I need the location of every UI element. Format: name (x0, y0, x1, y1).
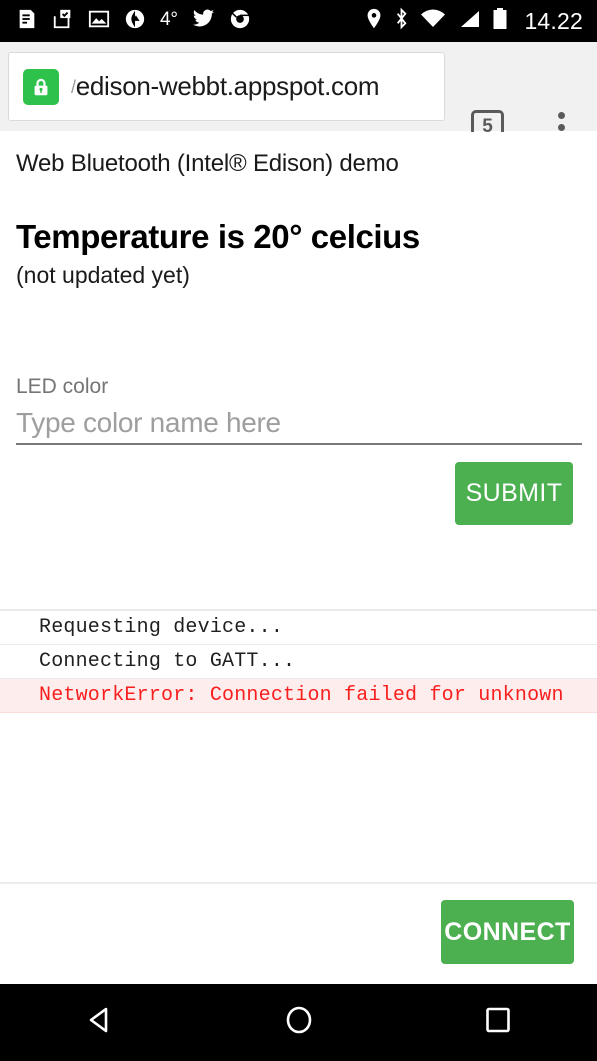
back-button[interactable] (0, 1003, 199, 1042)
weather-app-icon (124, 8, 146, 35)
bluetooth-icon (394, 7, 409, 35)
recents-icon (481, 1003, 515, 1042)
log-row: Requesting device... (0, 611, 597, 645)
led-color-label: LED color (16, 375, 109, 398)
android-nav-bar (0, 984, 597, 1061)
url-text: /edison-webbt.appspot.com (71, 71, 380, 102)
submit-button[interactable]: SUBMIT (455, 462, 573, 525)
inbox-check-icon (52, 8, 74, 35)
phone-screen: 4° 14.22 /edison-webbt.appspot.com 5 Web… (0, 0, 597, 1061)
led-color-input[interactable] (16, 403, 582, 445)
browser-toolbar: /edison-webbt.appspot.com 5 (0, 42, 597, 174)
home-button[interactable] (199, 1003, 398, 1042)
wifi-icon (420, 8, 446, 35)
status-bar-system-icons: 14.22 (365, 7, 583, 36)
log-row: Connecting to GATT... (0, 645, 597, 679)
menu-dot (557, 123, 565, 131)
page-title: Web Bluetooth (Intel® Edison) demo (16, 150, 399, 177)
log-row-error: NetworkError: Connection failed for unkn… (0, 679, 597, 713)
url-bar[interactable]: /edison-webbt.appspot.com (8, 52, 445, 121)
status-clock: 14.22 (524, 7, 583, 34)
page-content: Web Bluetooth (Intel® Edison) demo Tempe… (0, 132, 597, 984)
chrome-icon (229, 8, 251, 35)
led-color-field-group: LED color (16, 375, 582, 445)
cell-signal-icon (457, 8, 481, 35)
battery-icon (492, 7, 508, 36)
news-icon (16, 8, 38, 35)
url-host: edison-webbt.appspot.com (75, 71, 380, 101)
home-icon (282, 1003, 316, 1042)
location-pin-icon (365, 8, 383, 35)
status-bar-notifications: 4° (16, 7, 365, 35)
status-temperature: 4° (160, 9, 178, 30)
footer-divider (0, 882, 597, 884)
menu-dot (557, 112, 565, 119)
temperature-note: (not updated yet) (16, 262, 190, 288)
log-panel: Requesting device... Connecting to GATT.… (0, 609, 597, 844)
connect-button[interactable]: CONNECT (441, 900, 574, 964)
temperature-heading: Temperature is 20° celcius (16, 218, 420, 255)
photo-icon (88, 8, 110, 35)
recents-button[interactable] (398, 1003, 597, 1042)
twitter-icon (192, 7, 215, 35)
back-icon (83, 1003, 117, 1042)
status-bar: 4° 14.22 (0, 0, 597, 42)
lock-icon[interactable] (23, 68, 59, 105)
